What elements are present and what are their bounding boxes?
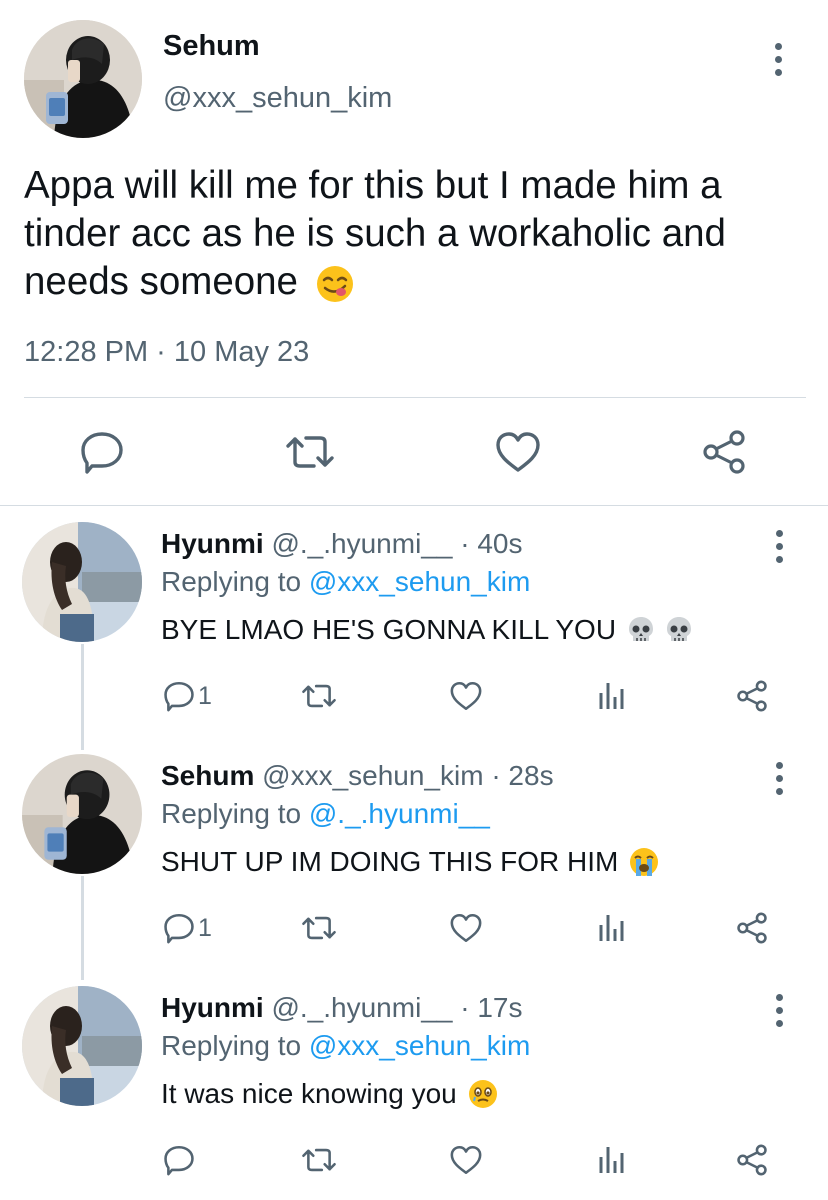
author-handle[interactable]: @._.hyunmi__ [271, 528, 452, 559]
replying-to-link[interactable]: @._.hyunmi__ [309, 798, 490, 829]
reply-icon[interactable] [162, 1143, 196, 1177]
reply-text: SHUT UP IM DOING THIS FOR HIM [161, 846, 660, 878]
retweet-icon[interactable] [300, 678, 338, 714]
reply-text-body: BYE LMAO HE'S GONNA KILL YOU [161, 614, 617, 645]
reply-age[interactable]: · 28s [491, 760, 553, 791]
author-name[interactable]: Sehum [163, 30, 260, 63]
reply-icon[interactable] [162, 679, 196, 713]
skull-emoji [626, 615, 656, 645]
replying-to: Replying to @._.hyunmi__ [161, 798, 490, 830]
reply-icon[interactable] [162, 911, 196, 945]
replying-to: Replying to @xxx_sehun_kim [161, 1030, 530, 1062]
reply-age[interactable]: · 40s [460, 528, 522, 559]
avatar[interactable] [22, 986, 142, 1106]
skull-emoji [664, 615, 694, 645]
reply-text-body: SHUT UP IM DOING THIS FOR HIM [161, 846, 619, 877]
replying-to-link[interactable]: @xxx_sehun_kim [309, 1030, 530, 1061]
analytics-icon[interactable] [597, 910, 627, 946]
replying-to: Replying to @xxx_sehun_kim [161, 566, 530, 598]
replying-to-prefix: Replying to [161, 798, 302, 829]
author-handle[interactable]: @xxx_sehun_kim [163, 82, 392, 115]
share-icon[interactable] [700, 428, 748, 476]
like-icon[interactable] [449, 910, 483, 946]
more-options-icon[interactable] [773, 994, 785, 1027]
retweet-icon[interactable] [300, 1142, 338, 1178]
share-icon[interactable] [735, 910, 769, 946]
more-options-icon[interactable] [772, 43, 784, 76]
loudly-crying-face-emoji [628, 846, 660, 878]
replying-to-prefix: Replying to [161, 1030, 302, 1061]
reply-actions: 1 [0, 678, 828, 718]
reply-text: BYE LMAO HE'S GONNA KILL YOU [161, 614, 694, 646]
replying-to-link[interactable]: @xxx_sehun_kim [309, 566, 530, 597]
avatar[interactable] [22, 522, 142, 642]
analytics-icon[interactable] [597, 1142, 627, 1178]
replying-to-prefix: Replying to [161, 566, 302, 597]
reply-header: Hyunmi @._.hyunmi__ · 40s [161, 528, 522, 560]
reply-header: Hyunmi @._.hyunmi__ · 17s [161, 992, 522, 1024]
share-icon[interactable] [735, 678, 769, 714]
reply-tweet: Hyunmi @._.hyunmi__ · 17s Replying to @x… [0, 986, 828, 1192]
reply-age[interactable]: · 17s [460, 992, 522, 1023]
reply-header: Sehum @xxx_sehun_kim · 28s [161, 760, 554, 792]
like-icon[interactable] [449, 1142, 483, 1178]
divider [24, 397, 806, 398]
author-name[interactable]: Hyunmi [161, 992, 264, 1023]
reply-tweet: Hyunmi @._.hyunmi__ · 40s Replying to @x… [0, 522, 828, 728]
face-holding-back-tears-emoji [467, 1078, 499, 1110]
avatar[interactable] [22, 754, 142, 874]
reply-count: 1 [198, 681, 212, 710]
reply-icon-group[interactable] [162, 1142, 198, 1178]
reply-actions [0, 1142, 828, 1182]
main-tweet: Sehum @xxx_sehun_kim Appa will kill me f… [0, 0, 828, 506]
tweet-actions [0, 428, 828, 478]
tweet-timestamp[interactable]: 12:28 PM · 10 May 23 [24, 336, 309, 369]
author-handle[interactable]: @._.hyunmi__ [271, 992, 452, 1023]
avatar[interactable] [24, 20, 142, 138]
author-name[interactable]: Sehum [161, 760, 254, 791]
retweet-icon[interactable] [284, 428, 334, 476]
like-icon[interactable] [449, 678, 483, 714]
reply-text: It was nice knowing you [161, 1078, 499, 1110]
more-options-icon[interactable] [773, 530, 785, 563]
share-icon[interactable] [735, 1142, 769, 1178]
savoring-food-face-emoji [315, 264, 355, 304]
reply-text-body: It was nice knowing you [161, 1078, 457, 1109]
analytics-icon[interactable] [597, 678, 627, 714]
author-handle[interactable]: @xxx_sehun_kim [262, 760, 483, 791]
like-icon[interactable] [494, 428, 542, 476]
reply-icon-group[interactable]: 1 [162, 678, 212, 714]
retweet-icon[interactable] [300, 910, 338, 946]
author-name[interactable]: Hyunmi [161, 528, 264, 559]
reply-tweet: Sehum @xxx_sehun_kim · 28s Replying to @… [0, 754, 828, 960]
reply-count: 1 [198, 913, 212, 942]
tweet-text: Appa will kill me for this but I made hi… [24, 162, 814, 306]
tweet-text-body: Appa will kill me for this but I made hi… [24, 164, 726, 303]
reply-icon[interactable] [78, 428, 126, 476]
reply-icon-group[interactable]: 1 [162, 910, 212, 946]
reply-actions: 1 [0, 910, 828, 950]
more-options-icon[interactable] [773, 762, 785, 795]
